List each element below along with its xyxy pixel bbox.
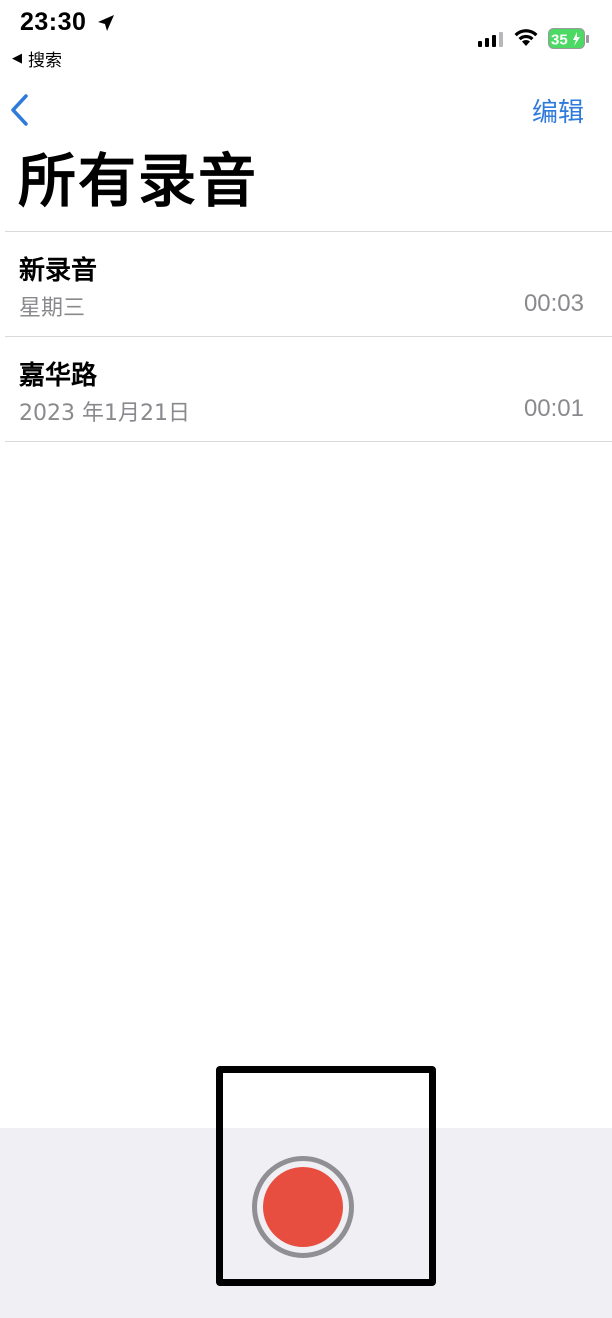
battery-level: 35 (551, 32, 568, 49)
page-title: 所有录音 (18, 147, 259, 215)
back-to-search-link[interactable]: ◀ 搜索 (12, 46, 62, 71)
recording-row[interactable]: 新录音 星期三 00:03 (5, 232, 612, 337)
recording-date: 2023 年1月21日 (19, 401, 190, 426)
edit-button[interactable]: 编辑 (532, 92, 584, 129)
back-to-search-label: 搜索 (28, 51, 62, 71)
recordings-list: 新录音 星期三 00:03 嘉华路 2023 年1月21日 00:01 (5, 231, 612, 442)
recording-row[interactable]: 嘉华路 2023 年1月21日 00:01 (5, 337, 612, 442)
back-triangle-icon: ◀ (12, 51, 22, 66)
recording-date: 星期三 (19, 296, 86, 321)
status-bar: 23:30 ◀ 搜索 35 (0, 0, 612, 76)
recording-duration: 00:03 (523, 290, 584, 317)
battery-icon: 35 (548, 28, 589, 49)
recording-duration: 00:01 (523, 395, 584, 422)
recording-name: 嘉华路 (19, 361, 98, 391)
record-icon (263, 1167, 343, 1247)
wifi-icon (514, 29, 538, 46)
record-button[interactable] (252, 1156, 354, 1258)
chevron-left-icon[interactable] (6, 92, 32, 128)
location-arrow-icon (98, 15, 114, 31)
recording-name: 新录音 (19, 256, 98, 286)
cellular-signal-icon (478, 31, 503, 47)
status-time: 23:30 (20, 8, 87, 36)
